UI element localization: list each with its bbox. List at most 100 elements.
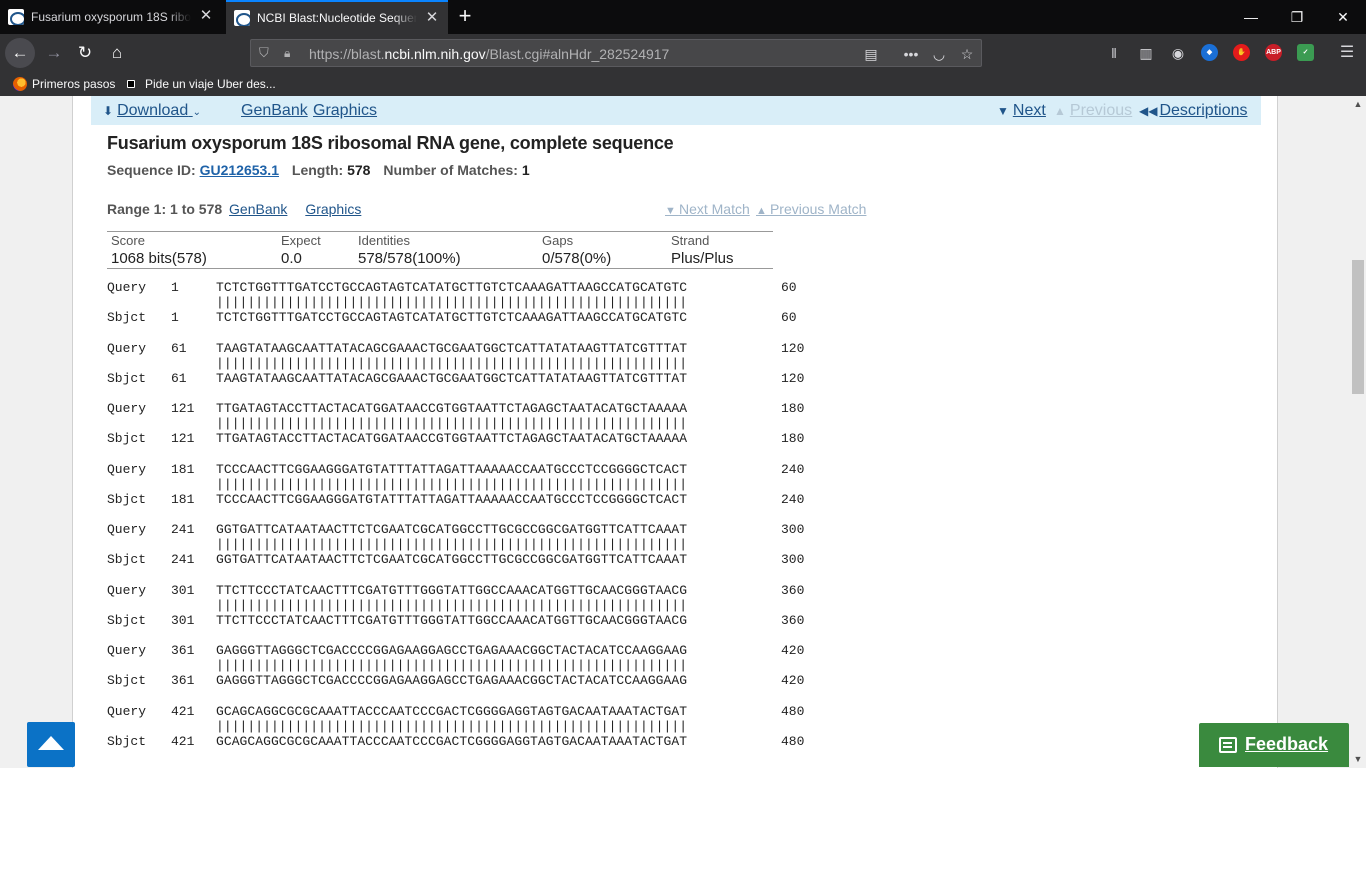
stop-extension-icon[interactable]: ✋ — [1233, 44, 1250, 61]
close-window-icon[interactable]: ✕ — [1320, 0, 1366, 34]
alignment-block: Query 1 TCTCTGGTTTGATCCTGCCAGTAGTCATATGCTT… — [107, 280, 867, 326]
row-label: Sbjct — [107, 673, 147, 688]
reader-view-icon[interactable]: ▤ — [861, 45, 881, 63]
row-label: Query — [107, 522, 147, 537]
start-position: 121 — [171, 431, 195, 446]
lock-icon[interactable]: 🔒︎ — [284, 45, 298, 61]
start-position: 61 — [171, 341, 187, 356]
page-viewport: ⬇ Download ⌄ GenBank Graphics ▼ Next ▲ Prev… — [0, 96, 1350, 768]
results-panel: ⬇ Download ⌄ GenBank Graphics ▼ Next ▲ Prev… — [72, 96, 1278, 768]
bookmarks-toolbar: Primeros pasos Pide un viaje Uber des... — [0, 72, 1366, 96]
length-label: Length: — [291, 162, 344, 178]
previous-link[interactable]: ▲ Previous — [1054, 102, 1132, 120]
sequence-text: ||||||||||||||||||||||||||||||||||||||||… — [216, 356, 688, 371]
firefox-icon — [13, 77, 27, 91]
minimize-icon[interactable]: — — [1228, 0, 1274, 34]
end-position: 60 — [781, 310, 797, 325]
start-position: 301 — [171, 613, 195, 628]
end-position: 240 — [781, 462, 805, 477]
account-icon[interactable]: ◉ — [1168, 43, 1188, 63]
previous-match-link[interactable]: ▲ Previous Match — [756, 201, 866, 217]
sequence-text: ||||||||||||||||||||||||||||||||||||||||… — [216, 598, 688, 613]
sequence-text: GGTGATTCATAATAACTTCTCGAATCGCATGGCCTTGCGC… — [216, 552, 688, 567]
gem-extension-icon[interactable]: ◆ — [1201, 44, 1218, 61]
new-tab-plus-icon[interactable]: + — [452, 4, 478, 30]
range-genbank-link[interactable]: GenBank — [229, 201, 287, 217]
back-to-descriptions-icon: ◀◀ — [1139, 104, 1158, 118]
start-position: 181 — [171, 462, 195, 477]
scroll-down-arrow-icon[interactable]: ▼ — [1350, 751, 1366, 767]
bookmark-uber[interactable]: Pide un viaje Uber des... — [127, 76, 276, 92]
row-label: Query — [107, 341, 147, 356]
end-position: 240 — [781, 492, 805, 507]
sequence-text: GAGGGTTAGGGCTCGACCCCGGAGAAGGAGCCTGAGAAAC… — [216, 673, 688, 688]
range-graphics-link[interactable]: Graphics — [305, 201, 361, 217]
reload-icon[interactable]: ↻ — [70, 38, 100, 68]
row-label: Sbjct — [107, 431, 147, 446]
end-position: 300 — [781, 522, 805, 537]
sequence-text: GCAGCAGGCGCGCAAATTACCCAATCCCGACTCGGGGAGG… — [216, 704, 688, 719]
alignment-block: Query 301 TTCTTCCCTATCAACTTTCGATGTTTGGGTAT… — [107, 583, 867, 629]
download-menu[interactable]: ⬇ Download ⌄ — [103, 102, 205, 120]
sidebar-icon[interactable]: ▥ — [1136, 43, 1156, 63]
library-icon[interactable]: 𝍪 — [1104, 43, 1124, 63]
row-label: Query — [107, 462, 147, 477]
bookmark-primeros-pasos[interactable]: Primeros pasos — [13, 76, 115, 92]
back-to-top-button[interactable] — [27, 722, 75, 767]
adblock-plus-icon[interactable]: ABP — [1265, 44, 1282, 61]
page-actions-icon[interactable]: ••• — [901, 45, 921, 63]
sequence-text: TAAGTATAAGCAATTATACAGCGAAACTGCGAATGGCTCA… — [216, 341, 688, 356]
hamburger-menu-icon[interactable]: ☰ — [1337, 43, 1357, 63]
feedback-button[interactable]: Feedback — [1199, 723, 1349, 767]
uber-icon — [127, 80, 135, 88]
clipboard-extension-icon[interactable]: ✓ — [1297, 44, 1314, 61]
row-label: Query — [107, 643, 147, 658]
url-bar[interactable]: ⛉ 🔒︎ https://blast.ncbi.nlm.nih.gov/Blas… — [250, 39, 982, 67]
strand-cell: Strand Plus/Plus — [671, 233, 734, 267]
chat-bubble-icon — [1219, 737, 1237, 753]
end-position: 420 — [781, 643, 805, 658]
navigation-toolbar: ← → ↻ ⌂ ⛉ 🔒︎ https://blast.ncbi.nlm.nih.… — [0, 34, 1366, 72]
end-position: 300 — [781, 552, 805, 567]
next-match-link[interactable]: ▼ Next Match — [665, 201, 750, 217]
restore-icon[interactable]: ❐ — [1274, 0, 1320, 34]
url-text[interactable]: https://blast.ncbi.nlm.nih.gov/Blast.cgi… — [309, 46, 669, 62]
home-icon[interactable]: ⌂ — [102, 38, 132, 68]
expect-cell: Expect 0.0 — [281, 233, 321, 267]
next-link[interactable]: ▼ Next — [997, 102, 1046, 120]
descriptions-link[interactable]: ◀◀ Descriptions — [1139, 102, 1248, 120]
alignment-block: Query 361 GAGGGTTAGGGCTCGACCCCGGAGAAGGAGCC… — [107, 643, 867, 689]
triangle-down-icon: ▼ — [997, 104, 1009, 118]
range-label: Range 1: 1 to 578 — [107, 201, 223, 217]
scroll-up-arrow-icon[interactable]: ▲ — [1350, 96, 1366, 112]
sequence-text: GAGGGTTAGGGCTCGACCCCGGAGAAGGAGCCTGAGAAAC… — [216, 643, 688, 658]
back-arrow-icon[interactable]: ← — [5, 38, 35, 68]
close-tab-icon[interactable]: ✕ — [198, 8, 214, 24]
end-position: 360 — [781, 613, 805, 628]
range-line: Range 1: 1 to 578 GenBank Graphics — [107, 201, 361, 217]
length-value: 578 — [347, 162, 371, 178]
sequence-id-link[interactable]: GU212653.1 — [200, 162, 279, 178]
close-tab-icon[interactable]: ✕ — [424, 10, 440, 26]
sequence-id-label: Sequence ID: — [107, 162, 196, 178]
matches-value: 1 — [521, 162, 530, 178]
forward-arrow-icon[interactable]: → — [39, 38, 69, 68]
bookmark-star-icon[interactable]: ☆ — [957, 45, 977, 63]
tab-fusarium[interactable]: Fusarium oxysporum 18S ribosomal RNA gen… — [0, 0, 222, 34]
row-label: Query — [107, 583, 147, 598]
graphics-link[interactable]: Graphics — [313, 102, 377, 120]
scrollbar-thumb[interactable] — [1352, 260, 1364, 394]
sequence-text: TTGATAGTACCTTACTACATGGATAACCGTGGTAATTCTA… — [216, 401, 688, 416]
pocket-icon[interactable]: ◡ — [929, 45, 949, 63]
start-position: 181 — [171, 492, 195, 507]
sequence-text: ||||||||||||||||||||||||||||||||||||||||… — [216, 537, 688, 552]
start-position: 421 — [171, 734, 195, 749]
browser-window: Fusarium oxysporum 18S ribosomal RNA gen… — [0, 0, 1366, 768]
tracking-shield-icon[interactable]: ⛉ — [259, 45, 273, 61]
sequence-text: TTCTTCCCTATCAACTTTCGATGTTTGGGTATTGGCCAAA… — [216, 613, 688, 628]
genbank-link[interactable]: GenBank — [241, 102, 308, 120]
end-position: 480 — [781, 734, 805, 749]
row-label: Query — [107, 704, 147, 719]
vertical-scrollbar[interactable]: ▲ ▼ — [1350, 96, 1366, 768]
tab-ncbi-blast[interactable]: NCBI Blast:Nucleotide Sequence ✕ — [226, 0, 448, 34]
